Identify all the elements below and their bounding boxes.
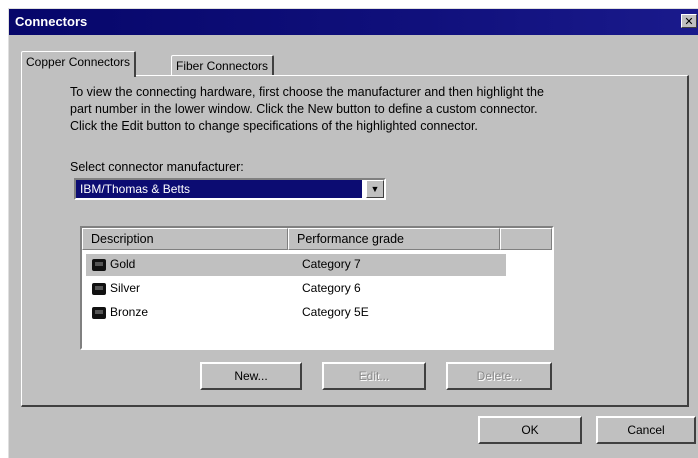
manufacturer-label: Select connector manufacturer:: [70, 160, 244, 174]
column-header-label: Description: [91, 232, 154, 246]
row-description: Silver: [110, 281, 141, 295]
list-item-bronze[interactable]: Bronze Category 5E: [86, 302, 506, 324]
row-description: Bronze: [110, 305, 149, 319]
tab-fiber-connectors[interactable]: Fiber Connectors: [171, 55, 275, 77]
new-button-label: New...: [234, 369, 268, 383]
column-header-label: Performance grade: [297, 232, 405, 246]
row-grade: Category 6: [302, 281, 361, 295]
manufacturer-dropdown[interactable]: IBM/Thomas & Betts ▼: [74, 178, 386, 200]
instructions-text: To view the connecting hardware, first c…: [70, 85, 544, 133]
connector-icon: [92, 259, 106, 271]
list-item-silver[interactable]: Silver Category 6: [86, 278, 506, 300]
edit-button[interactable]: Edit...: [322, 362, 426, 390]
cancel-button-label: Cancel: [627, 423, 665, 437]
tab-label: Fiber Connectors: [176, 59, 269, 73]
row-grade: Category 5E: [302, 305, 369, 319]
tab-label: Copper Connectors: [26, 55, 131, 69]
manufacturer-selected-value: IBM/Thomas & Betts: [76, 180, 362, 198]
ok-button[interactable]: OK: [478, 416, 582, 444]
column-header-empty: [500, 228, 552, 250]
ok-button-label: OK: [521, 423, 539, 437]
column-header-performance-grade[interactable]: Performance grade: [288, 228, 500, 250]
list-item-gold[interactable]: Gold Category 7: [86, 254, 506, 276]
connector-icon: [92, 307, 106, 319]
edit-button-label: Edit...: [358, 369, 390, 383]
title-bar[interactable]: Connectors ✕: [9, 9, 698, 35]
chevron-down-icon: ▼: [370, 184, 380, 194]
column-header-description[interactable]: Description: [82, 228, 288, 250]
close-button[interactable]: ✕: [681, 14, 697, 28]
connector-icon: [92, 283, 106, 295]
row-grade: Category 7: [302, 257, 361, 271]
close-icon: ✕: [684, 16, 694, 28]
connector-list[interactable]: Description Performance grade Gold Categ…: [80, 226, 554, 350]
dropdown-arrow-button[interactable]: ▼: [366, 180, 384, 198]
row-description: Gold: [110, 257, 136, 271]
cancel-button[interactable]: Cancel: [596, 416, 696, 444]
new-button[interactable]: New...: [200, 362, 302, 390]
delete-button-label: Delete...: [476, 369, 522, 383]
tab-copper-connectors[interactable]: Copper Connectors: [21, 51, 137, 77]
delete-button[interactable]: Delete...: [446, 362, 552, 390]
window-title: Connectors: [15, 14, 88, 29]
